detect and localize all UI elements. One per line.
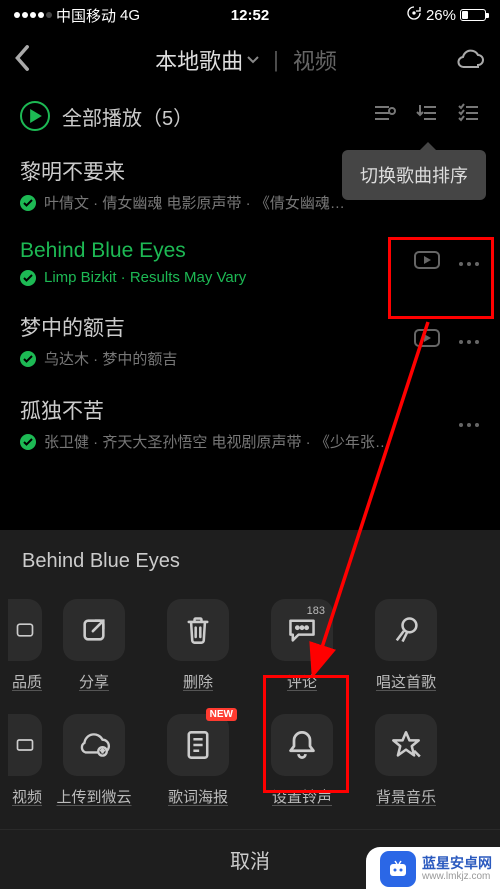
tab-local-songs-label: 本地歌曲 bbox=[155, 44, 243, 76]
star-icon bbox=[375, 714, 437, 776]
signal-icon bbox=[14, 12, 52, 18]
chevron-down-icon bbox=[247, 55, 259, 65]
song-subtitle: Limp Bizkit · Results May Vary bbox=[44, 269, 246, 286]
nav-bar: 本地歌曲 | 视频 bbox=[0, 30, 500, 90]
back-button[interactable] bbox=[14, 44, 44, 77]
cell-sing[interactable]: 唱这首歌 bbox=[354, 599, 458, 692]
tab-separator: | bbox=[273, 47, 279, 73]
mv-button[interactable] bbox=[414, 329, 440, 352]
cancel-label: 取消 bbox=[230, 845, 270, 874]
cell-label: 上传到微云 bbox=[56, 786, 131, 807]
cell-label: 背景音乐 bbox=[376, 786, 436, 807]
downloaded-icon bbox=[20, 270, 36, 286]
cell-label: 评论 bbox=[287, 671, 317, 692]
more-button[interactable] bbox=[458, 415, 480, 433]
multiselect-button[interactable] bbox=[458, 102, 480, 130]
network-label: 4G bbox=[120, 7, 140, 24]
cell-comment[interactable]: 183 评论 bbox=[250, 599, 354, 692]
sheet-row-2[interactable]: 视频 上传到微云 NEW 歌词海报 设置铃声 背景音乐 bbox=[0, 706, 500, 829]
bell-icon bbox=[271, 714, 333, 776]
watermark-logo bbox=[380, 851, 416, 887]
watermark: 蓝星安卓网 www.lmkjz.com bbox=[366, 847, 500, 889]
cell-label: 分享 bbox=[79, 671, 109, 692]
mv-button[interactable] bbox=[414, 251, 440, 274]
play-all-count: （5） bbox=[142, 102, 193, 131]
new-badge: NEW bbox=[206, 708, 237, 721]
cell-video[interactable]: 视频 bbox=[0, 714, 42, 807]
microphone-icon bbox=[375, 599, 437, 661]
downloaded-icon bbox=[20, 434, 36, 450]
tab-local-songs[interactable]: 本地歌曲 bbox=[155, 44, 259, 76]
battery-icon bbox=[460, 9, 486, 21]
comment-count: 183 bbox=[307, 605, 325, 617]
downloaded-icon bbox=[20, 351, 36, 367]
video-icon bbox=[8, 714, 42, 776]
cell-label: 品质 bbox=[0, 671, 42, 692]
share-icon bbox=[63, 599, 125, 661]
play-all-row[interactable]: 全部播放 （5） bbox=[0, 90, 500, 142]
cell-upload[interactable]: 上传到微云 bbox=[42, 714, 146, 807]
song-subtitle: 乌达木 · 梦中的额吉 bbox=[44, 348, 177, 369]
cell-ringtone[interactable]: 设置铃声 bbox=[250, 714, 354, 807]
song-title: 孤独不苦 bbox=[20, 395, 448, 425]
status-bar: 中国移动 4G 12:52 26% bbox=[0, 0, 500, 30]
song-title: 梦中的额吉 bbox=[20, 312, 404, 342]
cloud-upload-icon bbox=[63, 714, 125, 776]
play-icon bbox=[20, 101, 50, 131]
cell-label: 设置铃声 bbox=[272, 786, 332, 807]
rotation-lock-icon bbox=[406, 5, 422, 25]
cell-delete[interactable]: 删除 bbox=[146, 599, 250, 692]
song-row[interactable]: Behind Blue Eyes Limp Bizkit · Results M… bbox=[20, 225, 480, 298]
action-sheet: Behind Blue Eyes 品质 分享 删除 183 评论 bbox=[0, 530, 500, 889]
cell-lyric-poster[interactable]: NEW 歌词海报 bbox=[146, 714, 250, 807]
sheet-row-1[interactable]: 品质 分享 删除 183 评论 唱这首歌 bbox=[0, 591, 500, 706]
song-subtitle: 叶倩文 · 倩女幽魂 电影原声带 · 《倩女幽魂… bbox=[44, 192, 345, 213]
play-all-label: 全部播放 bbox=[62, 102, 142, 131]
cell-label: 视频 bbox=[0, 786, 42, 807]
trash-icon bbox=[167, 599, 229, 661]
sort-tooltip: 切换歌曲排序 bbox=[342, 150, 486, 200]
downloaded-icon bbox=[20, 195, 36, 211]
cell-bgm[interactable]: 背景音乐 bbox=[354, 714, 458, 807]
watermark-url: www.lmkjz.com bbox=[422, 871, 492, 882]
cell-label: 唱这首歌 bbox=[376, 671, 436, 692]
battery-percent: 26% bbox=[426, 7, 456, 24]
filter-button[interactable] bbox=[372, 102, 396, 130]
quality-icon bbox=[8, 599, 42, 661]
sheet-title: Behind Blue Eyes bbox=[0, 530, 500, 591]
song-row[interactable]: 梦中的额吉 乌达木 · 梦中的额吉 bbox=[20, 298, 480, 381]
lyric-poster-icon: NEW bbox=[167, 714, 229, 776]
watermark-name: 蓝星安卓网 bbox=[422, 856, 492, 871]
song-subtitle: 张卫健 · 齐天大圣孙悟空 电视剧原声带 · 《少年张… bbox=[44, 431, 390, 452]
song-title: Behind Blue Eyes bbox=[20, 239, 404, 263]
cell-share[interactable]: 分享 bbox=[42, 599, 146, 692]
cloud-button[interactable] bbox=[448, 47, 486, 74]
sort-button[interactable] bbox=[416, 102, 438, 130]
more-button[interactable] bbox=[458, 332, 480, 350]
cell-label: 歌词海报 bbox=[168, 786, 228, 807]
comment-icon: 183 bbox=[271, 599, 333, 661]
cell-quality[interactable]: 品质 bbox=[0, 599, 42, 692]
more-button[interactable] bbox=[458, 254, 480, 272]
cell-label: 删除 bbox=[183, 671, 213, 692]
carrier-label: 中国移动 bbox=[56, 5, 116, 26]
tab-video[interactable]: 视频 bbox=[293, 44, 337, 76]
clock: 12:52 bbox=[171, 7, 328, 24]
